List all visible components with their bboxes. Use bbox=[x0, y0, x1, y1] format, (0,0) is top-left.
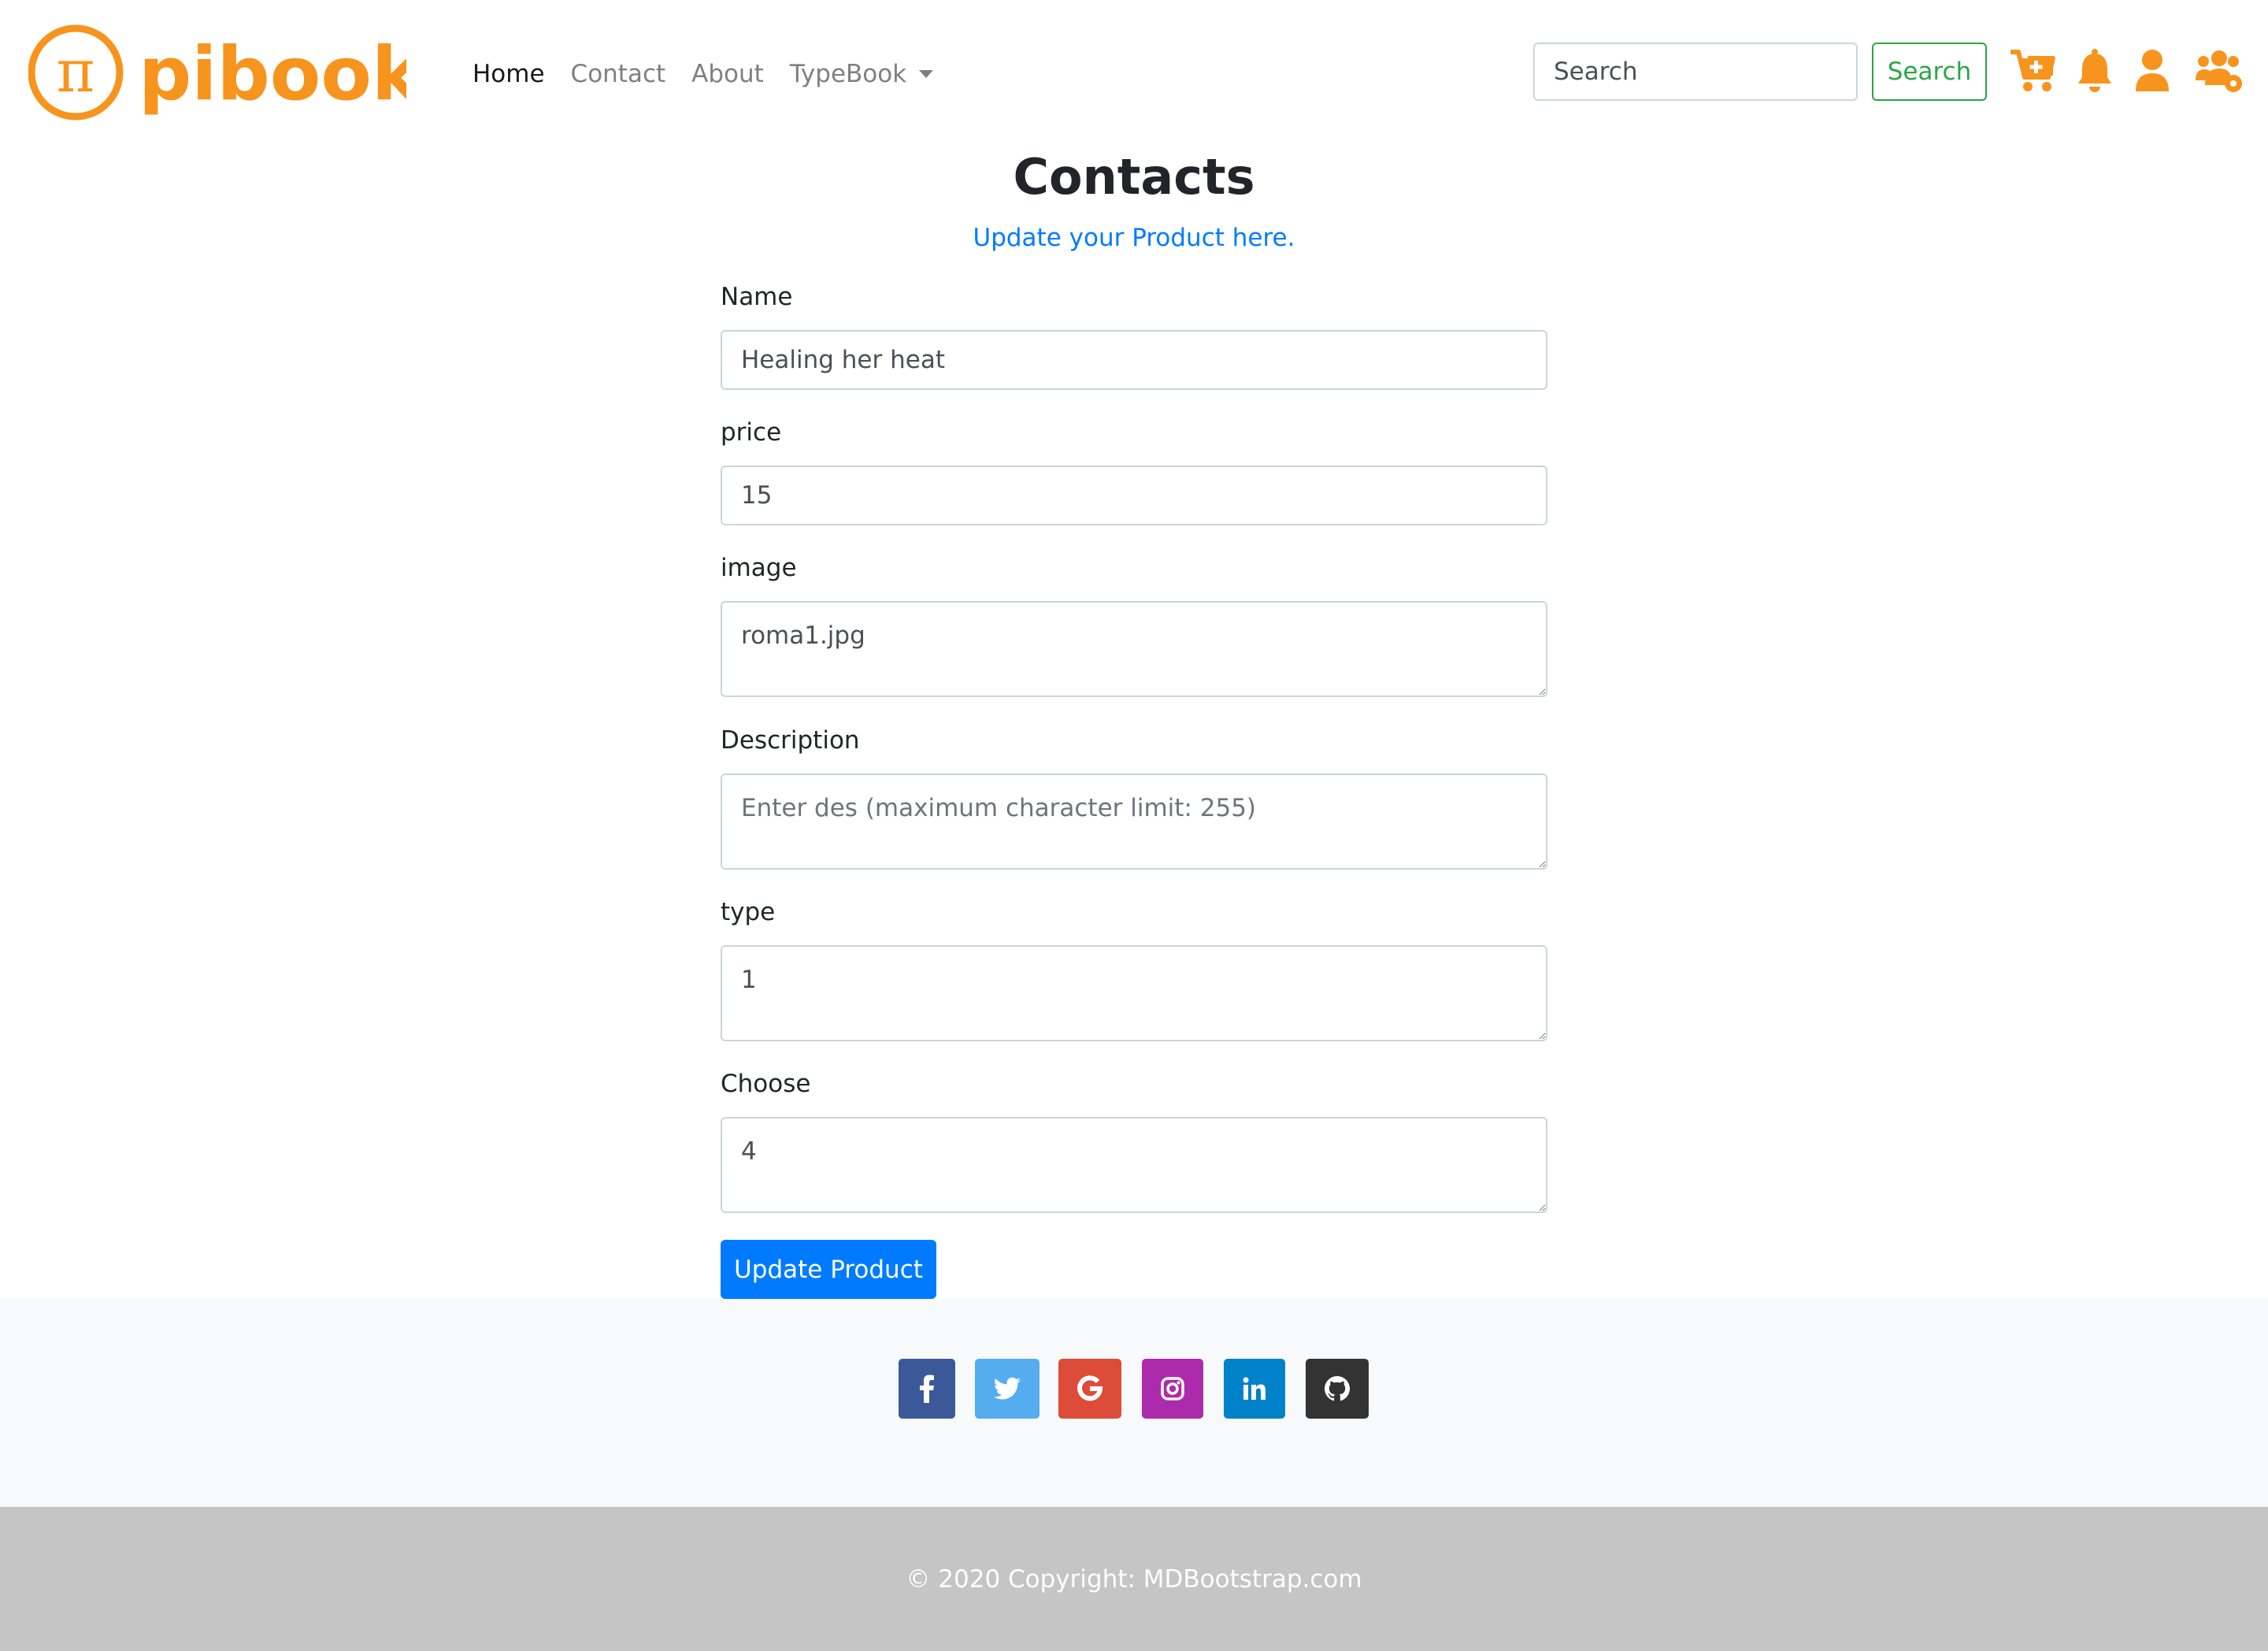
name-label: Name bbox=[721, 283, 793, 311]
nav-typebook-dropdown[interactable]: TypeBook bbox=[789, 49, 934, 99]
footer-social bbox=[0, 1299, 2268, 1507]
nav-typebook-label: TypeBook bbox=[789, 60, 907, 88]
nav-about[interactable]: About bbox=[691, 49, 764, 99]
navbar: π pibook Home Contact About TypeBook Sea… bbox=[0, 0, 2268, 147]
copyright-bar: © 2020 Copyright: MDBootstrap.com bbox=[0, 1507, 2268, 1651]
search-button[interactable]: Search bbox=[1872, 43, 1987, 101]
type-textarea[interactable]: 1 bbox=[721, 945, 1547, 1041]
brand-name: pibook bbox=[139, 32, 406, 117]
instagram-button[interactable] bbox=[1142, 1359, 1203, 1419]
google-button[interactable] bbox=[1058, 1359, 1121, 1419]
description-textarea[interactable] bbox=[721, 774, 1547, 870]
user-icon[interactable] bbox=[2134, 47, 2170, 95]
update-product-button[interactable]: Update Product bbox=[721, 1240, 936, 1299]
price-label: price bbox=[721, 418, 782, 447]
page-title: Contacts bbox=[1013, 148, 1255, 206]
page-subtitle: Update your Product here. bbox=[973, 224, 1295, 252]
caret-down-icon bbox=[919, 70, 934, 78]
nav-links: Home Contact About TypeBook bbox=[472, 49, 959, 99]
choose-label: Choose bbox=[721, 1070, 811, 1098]
name-input[interactable] bbox=[721, 330, 1547, 390]
description-label: Description bbox=[721, 726, 860, 755]
brand-symbol: π bbox=[57, 38, 95, 106]
image-label: image bbox=[721, 554, 797, 582]
github-icon bbox=[1324, 1376, 1351, 1401]
twitter-icon bbox=[993, 1377, 1021, 1400]
search-input[interactable] bbox=[1533, 43, 1858, 101]
choose-textarea[interactable]: 4 bbox=[721, 1117, 1547, 1213]
bell-icon[interactable] bbox=[2076, 47, 2114, 95]
price-input[interactable] bbox=[721, 466, 1547, 525]
github-button[interactable] bbox=[1306, 1359, 1369, 1419]
cart-plus-icon[interactable] bbox=[2009, 47, 2058, 95]
facebook-icon bbox=[920, 1375, 934, 1403]
brand-logo[interactable]: π pibook bbox=[28, 24, 406, 121]
linkedin-button[interactable] bbox=[1224, 1359, 1285, 1419]
users-cog-icon[interactable] bbox=[2194, 47, 2244, 95]
nav-home[interactable]: Home bbox=[472, 49, 545, 99]
google-icon bbox=[1077, 1375, 1103, 1401]
linkedin-icon bbox=[1243, 1377, 1266, 1400]
instagram-icon bbox=[1161, 1377, 1184, 1401]
image-textarea[interactable]: roma1.jpg bbox=[721, 601, 1547, 697]
nav-contact[interactable]: Contact bbox=[571, 49, 666, 99]
type-label: type bbox=[721, 898, 776, 926]
facebook-button[interactable] bbox=[899, 1359, 955, 1419]
copyright-text: © 2020 Copyright: MDBootstrap.com bbox=[906, 1564, 1362, 1593]
twitter-button[interactable] bbox=[975, 1359, 1040, 1419]
